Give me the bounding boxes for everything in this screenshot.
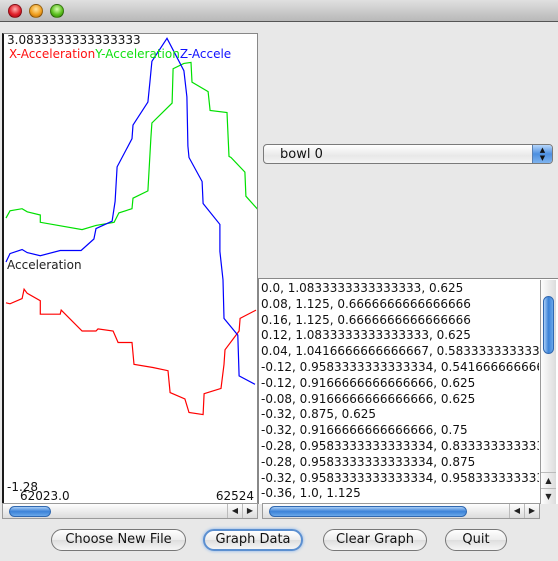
series-line-z-acceleration: [5, 37, 256, 385]
zoom-window-button[interactable]: [50, 4, 64, 18]
data-list-panel[interactable]: 0.0, 1.0833333333333333, 0.625 0.08, 1.12…: [258, 278, 558, 504]
graph-panel: 3.0833333333333333 X-AccelerationY-Accel…: [2, 33, 258, 504]
quit-button[interactable]: Quit: [445, 529, 507, 551]
scroll-up-arrow-icon[interactable]: ▲: [541, 472, 556, 488]
list-item[interactable]: 0.0, 1.0833333333333333, 0.625: [261, 281, 539, 297]
dataset-select[interactable]: bowl 0 ▲ ▼: [263, 144, 553, 164]
close-window-button[interactable]: [8, 4, 22, 18]
list-item[interactable]: -0.28, 0.9583333333333334, 0.875: [261, 455, 539, 471]
list-item[interactable]: -0.32, 0.9166666666666666, 0.75: [261, 423, 539, 439]
list-item[interactable]: 0.12, 1.0833333333333333, 0.625: [261, 328, 539, 344]
graph-data-button[interactable]: Graph Data: [203, 529, 303, 551]
list-item[interactable]: 0.08, 1.125, 0.6666666666666666: [261, 297, 539, 313]
graph-horizontal-scrollbar[interactable]: ◀ ▶: [2, 503, 258, 519]
list-vscroll-thumb[interactable]: [543, 296, 554, 354]
graph-scroll-thumb[interactable]: [9, 506, 51, 517]
list-vertical-scrollbar[interactable]: ▲ ▼: [540, 280, 556, 504]
list-item[interactable]: 0.04, 1.0416666666666667, 0.583333333333…: [261, 344, 539, 360]
window-titlebar: [0, 0, 558, 22]
list-item[interactable]: -0.32, 0.875, 0.625: [261, 407, 539, 423]
select-arrows-icon[interactable]: ▲ ▼: [532, 145, 552, 163]
scroll-right-arrow-icon[interactable]: ▶: [242, 504, 257, 518]
scroll-right-arrow-icon[interactable]: ▶: [524, 504, 539, 518]
x-min-label: 62023.0: [20, 489, 70, 503]
minimize-window-button[interactable]: [29, 4, 43, 18]
x-max-label: 62524: [215, 489, 254, 503]
list-item[interactable]: -0.32, 0.9583333333333334, 0.95833333333…: [261, 471, 539, 487]
list-item[interactable]: -0.36, 1.0, 1.125: [261, 486, 539, 502]
y-axis-label: Acceleration: [7, 258, 82, 272]
dataset-select-value: bowl 0: [280, 147, 323, 162]
list-item[interactable]: -0.28, 0.9583333333333334, 0.83333333333…: [261, 439, 539, 455]
legend-y-acceleration: Y-Acceleration: [95, 47, 180, 61]
data-list[interactable]: 0.0, 1.0833333333333333, 0.625 0.08, 1.12…: [261, 281, 539, 502]
chart-legend: X-AccelerationY-AccelerationZ-Accele: [9, 48, 231, 61]
clear-graph-button[interactable]: Clear Graph: [323, 529, 427, 551]
scroll-left-arrow-icon[interactable]: ◀: [227, 504, 242, 518]
list-item[interactable]: 0.16, 1.125, 0.6666666666666666: [261, 313, 539, 329]
list-hscroll-thumb[interactable]: [269, 506, 467, 517]
list-item[interactable]: -0.12, 0.9583333333333334, 0.54166666666…: [261, 360, 539, 376]
list-horizontal-scrollbar[interactable]: ◀ ▶: [262, 503, 540, 519]
legend-z-acceleration: Z-Accele: [179, 47, 232, 61]
scroll-left-arrow-icon[interactable]: ◀: [509, 504, 524, 518]
y-max-label: 3.0833333333333333: [7, 33, 141, 47]
legend-x-acceleration: X-Acceleration: [9, 47, 96, 61]
button-bar: Choose New File Graph Data Clear Graph Q…: [0, 527, 558, 555]
series-line-y-acceleration: [5, 61, 257, 231]
series-line-x-acceleration: [5, 287, 257, 416]
list-item[interactable]: -0.12, 0.9166666666666666, 0.625: [261, 376, 539, 392]
list-item[interactable]: -0.08, 0.9166666666666666, 0.625: [261, 392, 539, 408]
scroll-down-arrow-icon[interactable]: ▼: [541, 488, 556, 504]
choose-new-file-button[interactable]: Choose New File: [51, 529, 186, 551]
